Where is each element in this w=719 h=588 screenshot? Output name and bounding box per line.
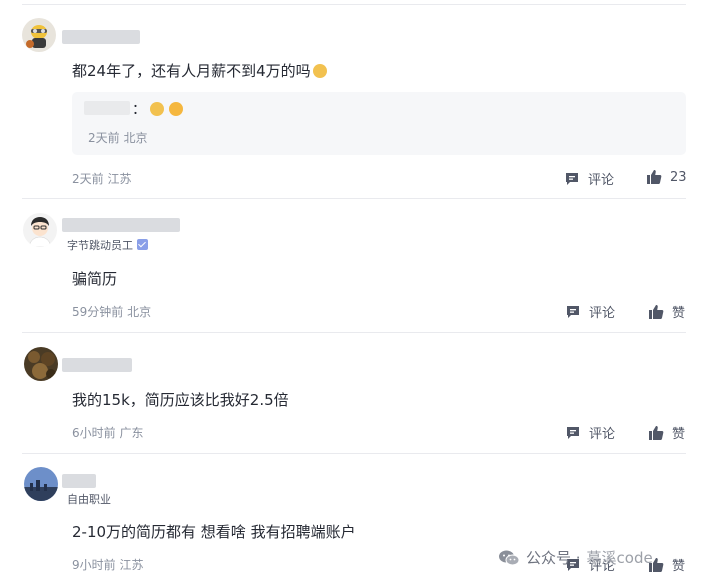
reply-content: ： (132, 99, 183, 119)
comment-button[interactable]: 评论 (565, 423, 615, 442)
user-role: 字节跳动员工 (67, 237, 148, 253)
comment-content: 2-10万的简历都有 想看啥 我有招聘端账户 (72, 523, 356, 541)
comment-meta: 6小时前 广东 (72, 426, 144, 440)
avatar[interactable] (24, 467, 58, 501)
comment-button[interactable]: 评论 (565, 302, 615, 321)
watermark: 公众号 · 慕溪code (498, 547, 653, 568)
like-label: 赞 (672, 306, 686, 321)
like-button[interactable]: 赞 (648, 555, 685, 574)
comment-meta: 59分钟前 北京 (72, 305, 152, 319)
divider (22, 4, 686, 5)
watermark-prefix: 公众号 · (526, 549, 581, 567)
divider (22, 453, 686, 454)
comment-content: 都24年了，还有人月薪不到4万的吗 (72, 60, 327, 81)
comment-content: 骗简历 (72, 270, 118, 288)
thumbs-up-icon (649, 304, 664, 319)
reply-meta: 2天前 北京 (88, 131, 148, 145)
comment-meta: 9小时前 江苏 (72, 558, 144, 572)
like-label: 赞 (672, 559, 686, 574)
comment-label: 评论 (589, 306, 616, 321)
like-button[interactable]: 赞 (648, 302, 685, 321)
comment-icon (566, 172, 578, 185)
comment-content: 我的15k，简历应该比我好2.5倍 (72, 391, 289, 409)
username-blurred[interactable] (62, 30, 140, 44)
thumbs-up-icon (649, 425, 664, 440)
comment-label: 评论 (589, 427, 616, 442)
sunglasses-emoji-icon (150, 102, 165, 116)
avatar[interactable] (22, 18, 56, 52)
comment-meta: 2天前 江苏 (72, 172, 132, 186)
comment-label: 评论 (588, 173, 615, 188)
username-blurred[interactable] (62, 218, 180, 232)
avatar[interactable] (24, 347, 58, 381)
username-blurred[interactable] (62, 358, 132, 372)
username-blurred[interactable] (62, 474, 96, 488)
avatar[interactable] (23, 213, 57, 247)
like-count: 23 (670, 169, 687, 185)
emoji-icon (312, 64, 327, 78)
watermark-name: 慕溪code (586, 549, 653, 567)
thumbs-up-icon (647, 170, 662, 184)
verified-icon (137, 239, 148, 250)
like-button[interactable]: 23 (646, 169, 687, 185)
like-button[interactable]: 赞 (648, 423, 685, 442)
user-role: 自由职业 (67, 493, 111, 506)
like-label: 赞 (672, 427, 686, 442)
comment-button[interactable]: 评论 (564, 169, 614, 188)
comment-icon (567, 426, 579, 439)
emoji-icon (168, 102, 183, 116)
divider (22, 332, 686, 333)
divider (22, 198, 686, 199)
wechat-icon (499, 550, 520, 565)
comment-icon (567, 305, 579, 318)
reply-username-blurred[interactable] (84, 101, 130, 115)
